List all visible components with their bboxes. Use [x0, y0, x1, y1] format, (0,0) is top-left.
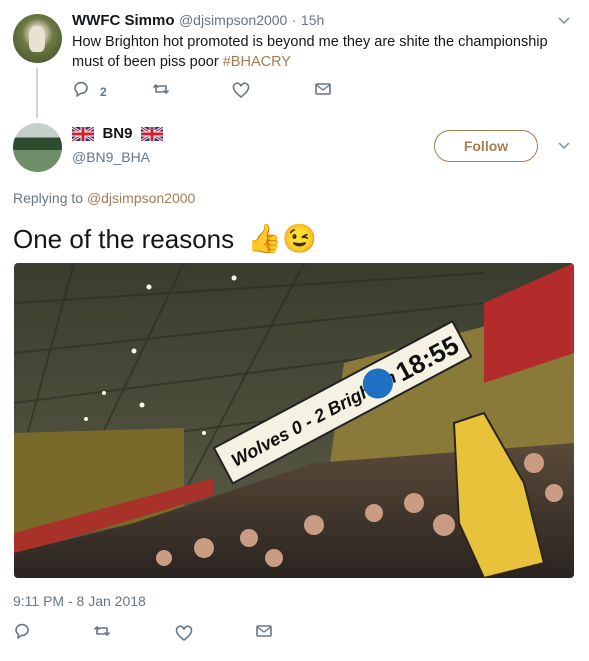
chevron-down-icon[interactable]: [557, 14, 571, 28]
direct-message-button[interactable]: [314, 80, 332, 103]
stadium-photo: Wolves 0 - 2 Brighton 18:55: [14, 263, 574, 578]
parent-tweet-text: How Brighton hot promoted is beyond me t…: [72, 32, 552, 72]
uk-flag-icon: [72, 126, 94, 141]
reply-button[interactable]: [72, 80, 90, 103]
main-author-handle[interactable]: @BN9_BHA: [72, 149, 150, 165]
wink-emoji: 😉: [282, 223, 318, 254]
like-button[interactable]: [175, 625, 193, 648]
hashtag-link[interactable]: #BHACRY: [223, 54, 291, 70]
retweet-button[interactable]: [93, 622, 111, 645]
parent-tweet-header: WWFC Simmo @djsimpson2000 · 15h: [72, 12, 324, 30]
parent-tweet-time[interactable]: 15h: [301, 12, 324, 28]
parent-tweet-body: How Brighton hot promoted is beyond me t…: [72, 34, 548, 70]
retweet-icon: [94, 626, 110, 636]
parent-tweet-actions: 2: [72, 80, 342, 102]
main-tweet-text: One of the reasons: [13, 224, 235, 254]
heart-icon: [175, 625, 193, 642]
main-tweet-text-row: One of the reasons 👍😉: [13, 222, 317, 255]
retweet-button[interactable]: [152, 80, 170, 103]
main-author-name[interactable]: BN9: [102, 125, 132, 142]
uk-flag-icon: [140, 126, 163, 141]
tweet-photo[interactable]: Wolves 0 - 2 Brighton 18:55: [14, 263, 574, 578]
thread-connector-line: [36, 68, 38, 118]
parent-author-name[interactable]: WWFC Simmo: [72, 12, 175, 29]
follow-button[interactable]: Follow: [434, 130, 538, 162]
reply-count: 2: [100, 85, 107, 99]
replying-to-line: Replying to @djsimpson2000: [13, 190, 195, 206]
envelope-icon: [256, 625, 272, 637]
reply-button[interactable]: [13, 622, 31, 645]
main-author-name-row: BN9: [72, 125, 163, 143]
heart-icon: [232, 82, 250, 99]
reply-icon: [15, 623, 29, 639]
thumbs-up-emoji: 👍: [247, 223, 283, 254]
parent-author-handle[interactable]: @djsimpson2000: [179, 12, 287, 28]
parent-author-avatar[interactable]: [13, 14, 62, 63]
retweet-icon: [153, 84, 169, 94]
reply-icon: [74, 81, 88, 97]
like-button[interactable]: [232, 82, 250, 105]
replying-to-label: Replying to: [13, 190, 87, 206]
main-tweet-actions: [13, 622, 283, 644]
tweet-timestamp[interactable]: 9:11 PM - 8 Jan 2018: [13, 593, 146, 609]
direct-message-button[interactable]: [255, 622, 273, 645]
replying-to-handle[interactable]: @djsimpson2000: [87, 190, 195, 206]
main-author-avatar[interactable]: [13, 123, 62, 172]
chevron-down-icon[interactable]: [557, 139, 571, 153]
header-separator: ·: [291, 12, 297, 28]
envelope-icon: [315, 83, 331, 95]
